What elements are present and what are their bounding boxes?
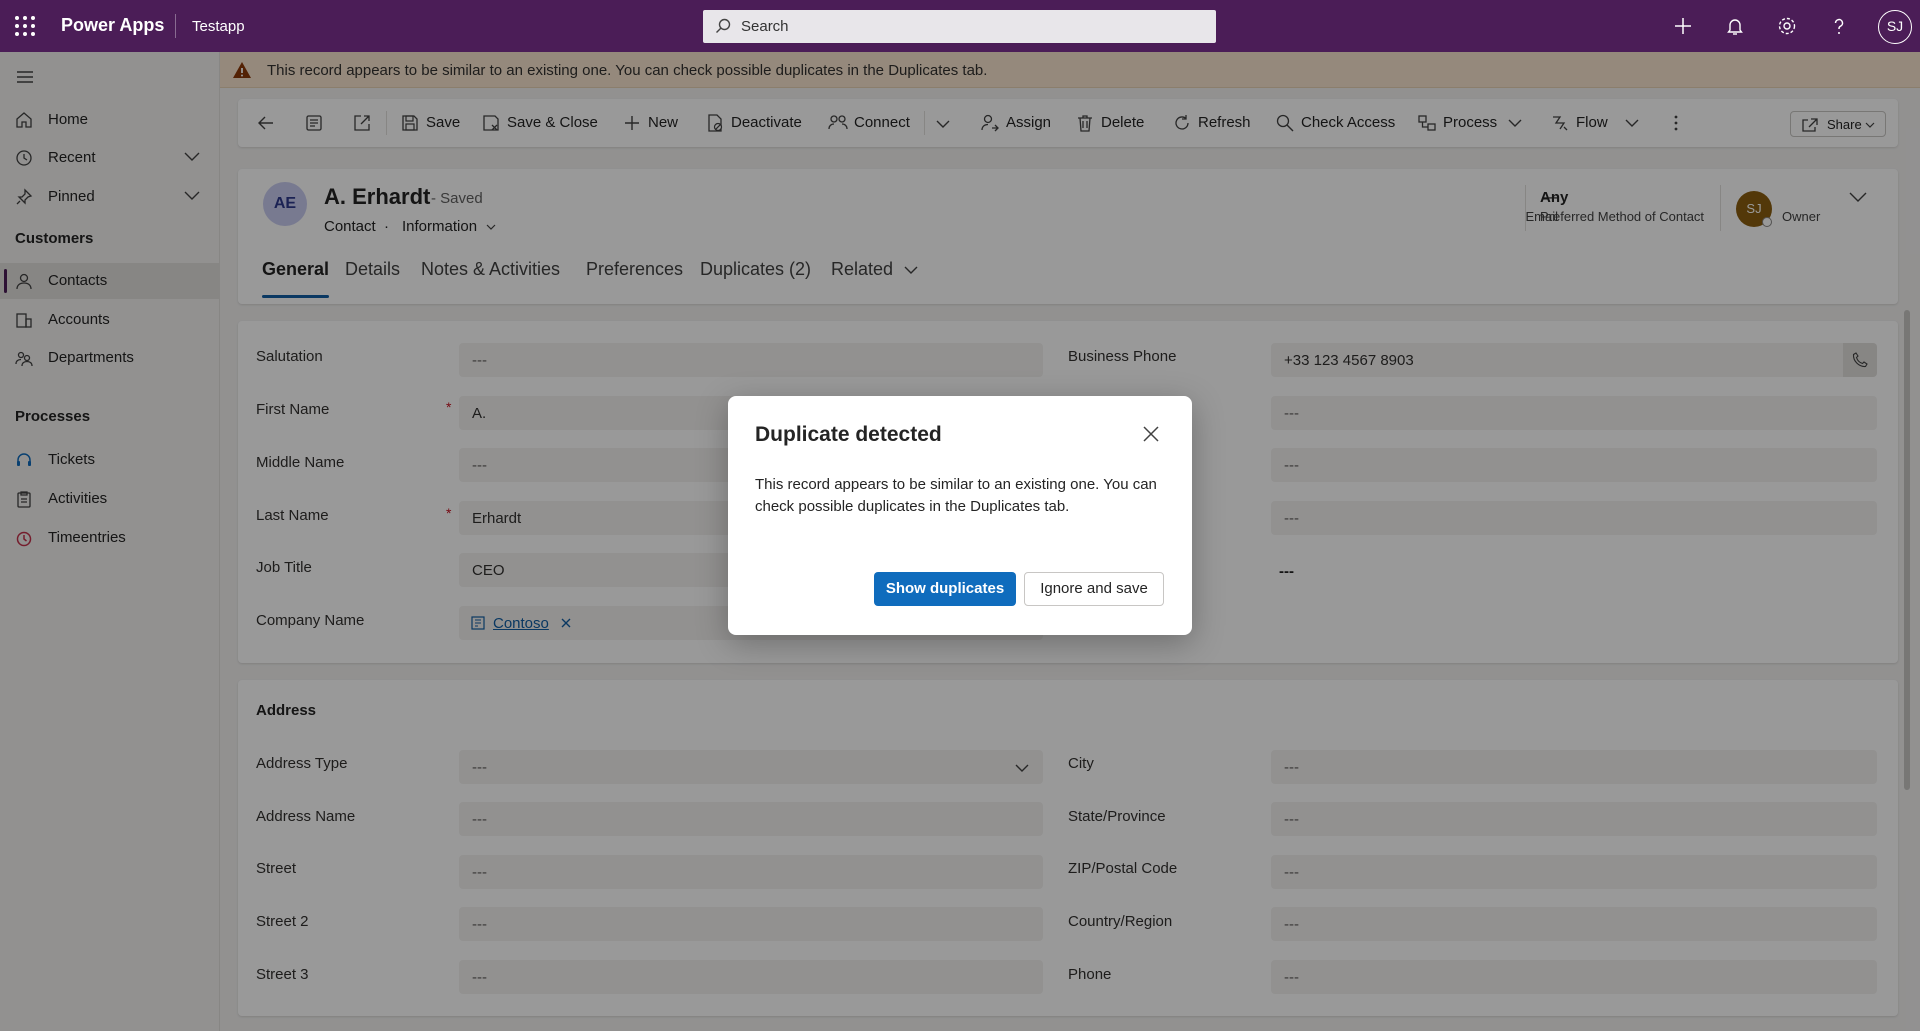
app-name[interactable]: Power Apps (61, 15, 164, 36)
search-icon (716, 18, 731, 33)
divider (175, 14, 176, 38)
duplicate-detected-dialog: Duplicate detected This record appears t… (728, 396, 1192, 635)
help-icon[interactable] (1827, 14, 1851, 38)
search-box[interactable]: Search (703, 10, 1216, 43)
close-icon[interactable] (1141, 424, 1161, 444)
app-launcher-icon[interactable] (14, 15, 36, 37)
user-avatar[interactable]: SJ (1878, 10, 1912, 44)
search-placeholder: Search (741, 18, 789, 35)
gear-icon[interactable] (1775, 14, 1799, 38)
show-duplicates-button[interactable]: Show duplicates (874, 572, 1016, 606)
bell-icon[interactable] (1723, 14, 1747, 38)
ignore-and-save-button[interactable]: Ignore and save (1024, 572, 1164, 606)
environment-name[interactable]: Testapp (192, 18, 245, 35)
dialog-message: This record appears to be similar to an … (755, 476, 1157, 515)
plus-icon[interactable] (1671, 14, 1695, 38)
dialog-title: Duplicate detected (755, 423, 942, 446)
top-bar: Power Apps Testapp Search SJ (0, 0, 1920, 52)
